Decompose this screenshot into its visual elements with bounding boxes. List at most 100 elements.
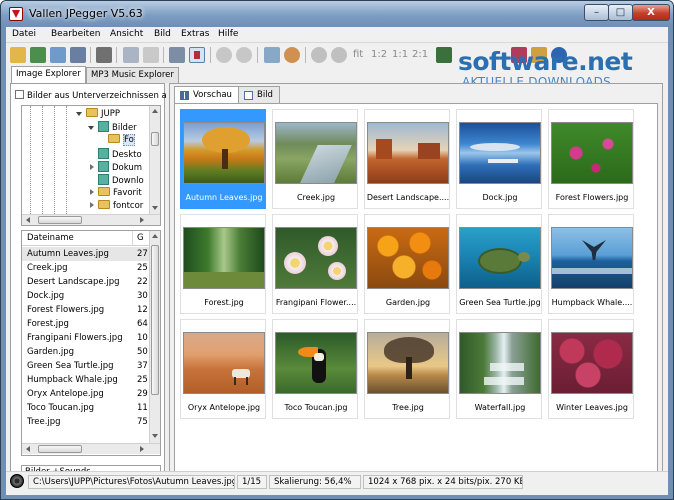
tab-vorschau[interactable]: Vorschau xyxy=(174,86,239,103)
file-list-row[interactable]: Oryx Antelope.jpg 29 xyxy=(22,387,150,401)
zoom-fit-button[interactable]: fit xyxy=(353,49,363,60)
tree-item-fontcor[interactable]: fontcor xyxy=(90,200,143,212)
column-header-filename[interactable]: Dateiname xyxy=(27,233,74,243)
save-as-icon[interactable] xyxy=(70,47,86,63)
thumbnail-item[interactable]: Desert Landscape.... xyxy=(364,109,450,209)
file-list-row[interactable]: Forest.jpg 64 xyxy=(22,317,150,331)
tree-item-fotos[interactable]: Fo xyxy=(108,134,135,146)
thumbnail-item[interactable]: Waterfall.jpg xyxy=(456,319,542,419)
tab-bild[interactable]: Bild xyxy=(238,86,280,103)
zoom-out-icon[interactable] xyxy=(331,47,347,63)
scroll-down-icon[interactable] xyxy=(152,434,158,438)
scroll-left-icon[interactable] xyxy=(26,217,30,223)
landscape-icon[interactable] xyxy=(436,47,452,63)
tree-horizontal-scrollbar[interactable] xyxy=(22,214,160,225)
fullscreen-icon[interactable] xyxy=(264,47,280,63)
folder-tree[interactable]: JUPP Bilder Fo Deskto Dokum Downlo Favor… xyxy=(21,105,161,226)
column-header-size[interactable]: G xyxy=(137,233,144,243)
thumbnail-item[interactable]: Forest.jpg xyxy=(180,214,266,314)
include-subfolders-checkbox[interactable] xyxy=(15,90,24,99)
thumbnail-item[interactable]: Autumn Leaves.jpg xyxy=(180,109,266,209)
file-list-row[interactable]: Humpback Whale.jpg 25 xyxy=(22,373,150,387)
open-image-icon[interactable] xyxy=(30,47,46,63)
thumbnail-item[interactable]: Winter Leaves.jpg xyxy=(548,319,634,419)
collapse-arrow-icon[interactable] xyxy=(88,126,94,130)
scroll-thumb[interactable] xyxy=(151,132,159,146)
column-divider[interactable] xyxy=(132,231,133,246)
expand-arrow-icon[interactable] xyxy=(90,202,94,208)
tree-item-desktop[interactable]: Deskto xyxy=(98,148,142,160)
print-icon[interactable] xyxy=(96,47,112,63)
file-list-row[interactable]: Dock.jpg 30 xyxy=(22,289,150,303)
menu-bearbeiten[interactable]: Bearbeiten xyxy=(51,29,100,39)
thumbnail-item[interactable]: Dock.jpg xyxy=(456,109,542,209)
file-list-row[interactable]: Garden.jpg 50 xyxy=(22,345,150,359)
scroll-up-icon[interactable] xyxy=(152,109,158,113)
save-icon[interactable] xyxy=(50,47,66,63)
file-list-row[interactable]: Desert Landscape.jpg 22 xyxy=(22,275,150,289)
tree-vertical-scrollbar[interactable] xyxy=(149,106,160,214)
record-icon[interactable] xyxy=(10,474,24,488)
close-button[interactable]: X xyxy=(632,4,670,21)
tab-mp3-music-explorer[interactable]: MP3 Music Explorer xyxy=(86,67,179,83)
app-logo-icon[interactable] xyxy=(9,7,23,21)
scroll-right-icon[interactable] xyxy=(140,217,144,223)
menu-bild[interactable]: Bild xyxy=(154,29,171,39)
include-subfolders-option[interactable]: Bilder aus Unterverzeichnissen a xyxy=(15,90,167,101)
slideshow-icon[interactable] xyxy=(169,47,185,63)
tab-image-explorer[interactable]: Image Explorer xyxy=(11,66,86,83)
scroll-up-icon[interactable] xyxy=(152,234,158,238)
zoom-2-1-button[interactable]: 2:1 xyxy=(412,49,428,60)
list-horizontal-scrollbar[interactable] xyxy=(22,443,160,454)
minimize-button[interactable]: – xyxy=(584,4,609,21)
open-folder-icon[interactable] xyxy=(10,47,26,63)
menu-ansicht[interactable]: Ansicht xyxy=(110,29,143,39)
expand-arrow-icon[interactable] xyxy=(90,189,94,195)
thumbnail-view-icon[interactable] xyxy=(189,47,205,63)
file-list-row[interactable]: Frangipani Flowers.jpg 10 xyxy=(22,331,150,345)
scroll-right-icon[interactable] xyxy=(140,446,144,452)
file-list-row[interactable]: Autumn Leaves.jpg 27 xyxy=(22,247,150,261)
collapse-arrow-icon[interactable] xyxy=(76,112,82,116)
tree-item-dokumente[interactable]: Dokum xyxy=(90,161,142,173)
thumbnail-item[interactable]: Garden.jpg xyxy=(364,214,450,314)
zoom-1-1-button[interactable]: 1:1 xyxy=(392,49,408,60)
file-list-row[interactable]: Forest Flowers.jpg 12 xyxy=(22,303,150,317)
paste-icon[interactable] xyxy=(143,47,159,63)
scroll-down-icon[interactable] xyxy=(152,206,158,210)
file-list-row[interactable]: Green Sea Turtle.jpg 37 xyxy=(22,359,150,373)
menu-datei[interactable]: Datei xyxy=(12,29,36,39)
timer-icon[interactable] xyxy=(284,47,300,63)
menu-hilfe[interactable]: Hilfe xyxy=(218,29,238,39)
file-list-row[interactable]: Creek.jpg 25 xyxy=(22,261,150,275)
thumbnail-item[interactable]: Frangipani Flower.... xyxy=(272,214,358,314)
maximize-button[interactable]: □ xyxy=(608,4,633,21)
scroll-thumb[interactable] xyxy=(151,245,159,395)
tree-item-jupp[interactable]: JUPP xyxy=(76,108,120,120)
zoom-1-2-button[interactable]: 1:2 xyxy=(371,49,387,60)
scroll-left-icon[interactable] xyxy=(26,446,30,452)
expand-arrow-icon[interactable] xyxy=(90,164,94,170)
thumbnail-item[interactable]: Toco Toucan.jpg xyxy=(272,319,358,419)
menu-extras[interactable]: Extras xyxy=(181,29,209,39)
zoom-in-icon[interactable] xyxy=(311,47,327,63)
thumbnail-item[interactable]: Humpback Whale.... xyxy=(548,214,634,314)
file-list-row[interactable]: Toco Toucan.jpg 11 xyxy=(22,401,150,415)
thumbnail-item[interactable]: Oryx Antelope.jpg xyxy=(180,319,266,419)
next-icon[interactable] xyxy=(236,47,252,63)
copy-icon[interactable] xyxy=(123,47,139,63)
file-list-row[interactable]: Tree.jpg 75 xyxy=(22,415,150,429)
tree-item-bilder[interactable]: Bilder xyxy=(88,121,137,133)
tree-item-favoriten[interactable]: Favorit xyxy=(90,187,142,199)
list-vertical-scrollbar[interactable] xyxy=(149,231,160,443)
title-bar[interactable]: Vallen JPegger V5.63 – □ X xyxy=(1,1,673,27)
thumbnail-item[interactable]: Creek.jpg xyxy=(272,109,358,209)
tree-item-downloads[interactable]: Downlo xyxy=(98,174,144,186)
thumbnail-item[interactable]: Green Sea Turtle.jpg xyxy=(456,214,542,314)
thumbnail-item[interactable]: Forest Flowers.jpg xyxy=(548,109,634,209)
previous-icon[interactable] xyxy=(216,47,232,63)
scroll-thumb[interactable] xyxy=(38,445,82,453)
scroll-thumb[interactable] xyxy=(38,216,82,224)
file-list[interactable]: Dateiname G Autumn Leaves.jpg 27 Creek.jpg… xyxy=(21,230,161,456)
thumbnail-item[interactable]: Tree.jpg xyxy=(364,319,450,419)
